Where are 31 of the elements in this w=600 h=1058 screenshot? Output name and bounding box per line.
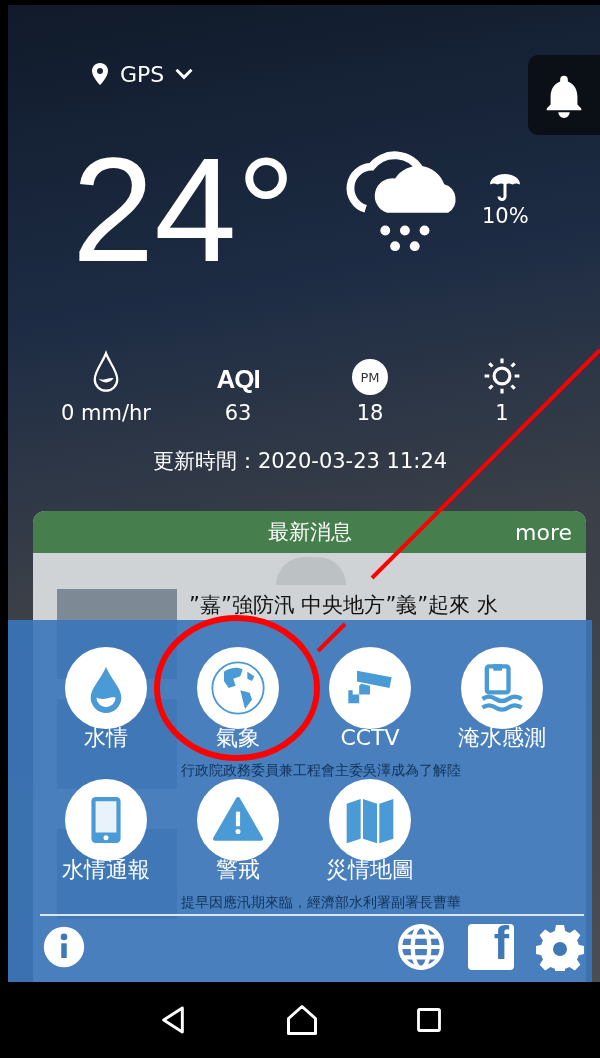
stat-value: 63 (224, 401, 252, 425)
stat-value: 18 (356, 401, 384, 425)
sun-icon (483, 357, 521, 395)
settings-button[interactable] (536, 923, 584, 971)
news-snippet: 行政院政務委員兼工程會主委吳澤成為了解陸 (181, 762, 461, 778)
news-snippet: 提早因應汛期來臨，經濟部水利署副署長曹華 (181, 894, 461, 910)
location-selector[interactable]: GPS (88, 59, 197, 89)
pm-badge: PM (352, 359, 388, 395)
menu-item[interactable]: 警戒 (172, 779, 304, 883)
news-title: 最新消息 (267, 519, 352, 546)
water-drop-icon (91, 349, 121, 395)
home-icon[interactable] (284, 1002, 320, 1038)
menu-item[interactable]: CCTV (304, 647, 436, 751)
news-headline[interactable]: ”嘉”強防汛 中央地方”義”起來 水 (189, 591, 498, 619)
facebook-button[interactable]: f (468, 924, 514, 970)
update-time: 更新時間：2020-03-23 11:24 (151, 448, 449, 475)
info-button[interactable] (42, 925, 86, 969)
stat-value: 1 (495, 401, 509, 425)
menu-item[interactable]: 災情地圖 (304, 779, 436, 883)
stat-value: 0 mm/hr (61, 401, 151, 425)
menu-item[interactable]: 淹水感測 (436, 647, 568, 751)
notification-button[interactable] (528, 55, 600, 135)
recents-icon[interactable] (414, 1006, 443, 1034)
menu-item[interactable]: 氣象 (172, 647, 304, 751)
menu-item[interactable]: 水情 (40, 647, 172, 751)
rain-chance: 10% (482, 204, 529, 228)
more-link[interactable]: more (515, 519, 572, 545)
aqi-label: AQI (216, 364, 260, 395)
temperature: 24° (72, 130, 297, 290)
menu-item[interactable]: 水情通報 (40, 779, 172, 883)
website-globe-button[interactable] (396, 922, 446, 972)
